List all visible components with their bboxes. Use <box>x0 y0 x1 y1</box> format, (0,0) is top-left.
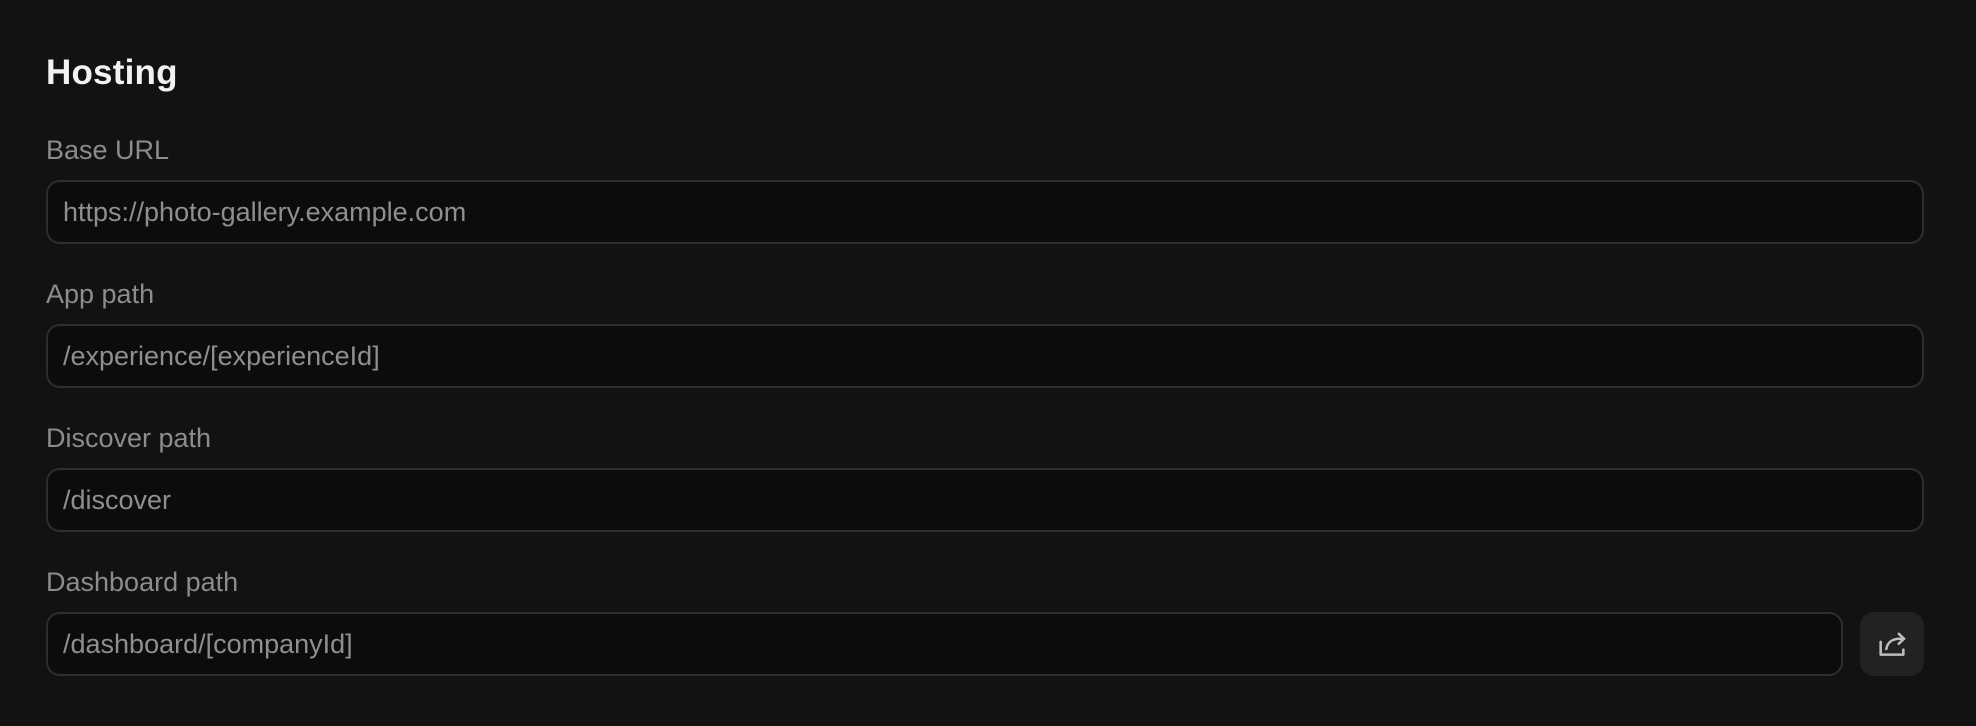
base-url-label: Base URL <box>46 135 170 165</box>
discover-path-label: Discover path <box>46 423 212 453</box>
section-title: Hosting <box>46 53 178 92</box>
open-dashboard-button[interactable] <box>1860 612 1924 676</box>
discover-path-input-row <box>46 468 1924 532</box>
base-url-field-group: Base URL <box>46 132 1924 244</box>
discover-path-input[interactable] <box>46 468 1924 532</box>
hosting-settings-panel: Hosting Base URL App path Discover path … <box>0 0 1976 726</box>
dashboard-path-input-row <box>46 612 1924 676</box>
dashboard-path-input[interactable] <box>46 612 1843 676</box>
app-path-field-group: App path <box>46 276 1924 388</box>
app-path-input[interactable] <box>46 324 1924 388</box>
discover-path-field-group: Discover path <box>46 420 1924 532</box>
app-path-label: App path <box>46 279 155 309</box>
app-path-input-row <box>46 324 1924 388</box>
base-url-input[interactable] <box>46 180 1924 244</box>
dashboard-path-label: Dashboard path <box>46 567 239 597</box>
share-out-icon <box>1875 627 1909 661</box>
base-url-input-row <box>46 180 1924 244</box>
dashboard-path-field-group: Dashboard path <box>46 564 1924 676</box>
